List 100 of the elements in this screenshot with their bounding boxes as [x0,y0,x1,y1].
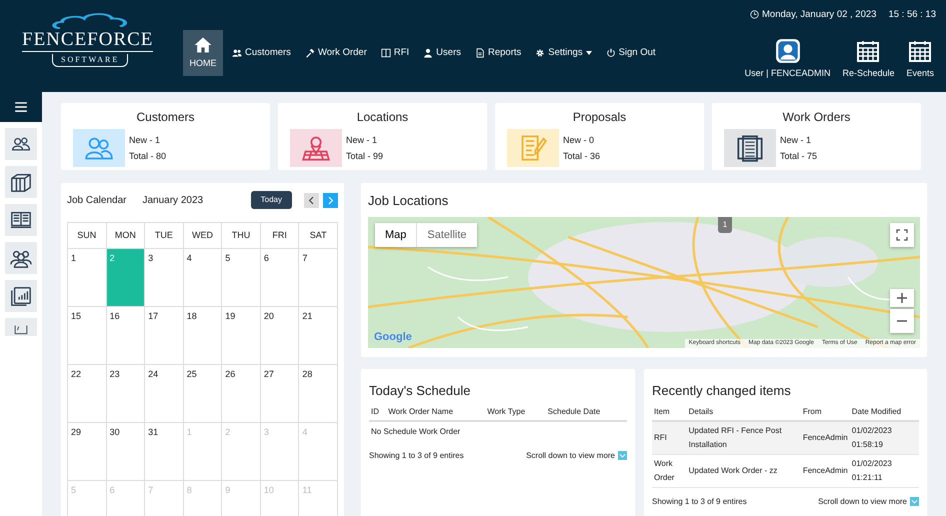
map-type-tab[interactable]: Satellite [416,222,477,247]
calendar-icon [856,38,880,64]
calendar-day[interactable]: 5 [222,249,260,306]
empty-message: No Schedule Work Order [371,426,460,436]
column-header: Work Type [487,406,526,416]
calendar-day[interactable]: 4 [184,249,222,306]
column-header: Item [654,406,670,416]
table-cell: FenceAdmin [802,466,848,474]
home-tab[interactable]: HOME [183,30,223,76]
calendar-day[interactable]: 21 [299,307,337,364]
new-count: New - 1 [129,134,162,147]
sidebar-item[interactable] [5,128,37,160]
entries-info: Showing 1 to 3 of 9 entires [369,450,464,462]
new-count: New - 1 [346,134,378,147]
weekday-label: WED [192,230,213,240]
calendar-day[interactable]: 16 [106,307,144,364]
calendar-shortcut-button[interactable]: Re-Schedule [838,38,898,80]
entries-info: Showing 1 to 3 of 9 entires [652,496,747,508]
document-icon [474,48,485,58]
total-count: Total - 36 [563,150,600,163]
logo-wordmark: FENCEFORCE [22,30,154,52]
chevron-right-icon [326,196,335,204]
scroll-hint: Scroll down to view more [818,496,919,508]
column-header: ID [371,406,379,416]
card-title: Work Orders [782,109,852,126]
column-header: From [802,406,822,416]
table-cell: 01/02/2023 01:21:11 [852,458,892,482]
table-cell: Updated Work Order - zz [688,466,778,474]
calendar-day[interactable]: 26 [222,365,260,422]
card-title: Job Locations [368,192,450,210]
nav-link[interactable]: Work Order [300,42,372,64]
calendar-day[interactable]: 20 [260,307,298,364]
calendar-day[interactable]: 18 [184,307,222,364]
table-cell: Updated RFI - Fence Post Installation [688,426,782,448]
calendar-title: Job Calendar [67,194,126,208]
logo-tagline: SOFTWARE [52,54,128,67]
zoom-in-button[interactable] [890,288,914,306]
columns-icon [380,48,391,58]
nav-link[interactable]: RFI [376,42,414,64]
clock-time: 15 : 56 : 13 [888,8,936,22]
sidebar-item[interactable] [5,318,37,336]
calendar-day[interactable]: 28 [299,365,337,422]
nav-link[interactable]: Users [418,42,466,64]
table-cell: RFI [654,432,667,442]
sidebar-item[interactable] [5,242,37,274]
clock-icon [750,10,760,19]
month-label: January 2023 [142,194,204,208]
user-icon [423,48,434,58]
total-count: Total - 75 [780,150,818,163]
sidebar-item[interactable] [5,166,37,198]
card-title: Recently changed items [652,382,792,400]
calendar-day[interactable]: 7 [299,249,337,306]
clipboard-list-icon [735,134,765,162]
sidebar-item[interactable] [5,280,37,312]
calendar-day[interactable]: 22 [68,365,106,422]
scroll-hint: Scroll down to view more [526,450,627,462]
nav-link[interactable]: Settings [530,42,597,64]
card-title: Customers [135,109,196,126]
menu-button[interactable] [0,92,42,122]
date-label: Monday, January 02 , 2023 [750,8,876,22]
previous-button[interactable] [304,192,319,208]
card-title: Proposals [572,109,628,126]
calendar-icon [908,38,932,64]
calendar-day[interactable]: 24 [145,365,183,422]
menu-icon [14,100,28,114]
user-account-button[interactable]: User | FENCEADMIN [740,38,834,80]
calendar-day[interactable]: 1 [68,249,106,306]
power-icon [606,48,616,58]
table-cell: Work Order [654,458,674,482]
calendar-day[interactable]: 19 [222,307,260,364]
sidebar-item[interactable] [5,204,37,236]
today-button[interactable]: Today [250,191,292,209]
calendar-day[interactable]: 29 [68,423,106,480]
calendar-day[interactable]: 15 [68,307,106,364]
total-count: Total - 99 [346,150,384,163]
column-header: Work Order Name [388,406,454,416]
nav-link[interactable]: Sign Out [600,42,661,64]
gear-icon [535,48,546,58]
calendar-day[interactable]: 25 [184,365,222,422]
calendar-day[interactable]: 31 [145,423,183,480]
calendar-day[interactable]: 17 [145,307,183,364]
column-header: Date Modified [852,406,902,416]
column-header: Details [688,406,714,416]
new-count: New - 0 [563,134,596,147]
calendar-day[interactable]: 23 [106,365,144,422]
map-type-tab[interactable]: Map [375,222,416,247]
table-cell: FenceAdmin [802,432,848,442]
calendar-shortcut-button[interactable]: Events [902,38,938,80]
calendar-day[interactable]: 30 [106,423,144,480]
house-icon [192,35,214,56]
map-pin-icon [301,134,331,162]
calendar-day[interactable]: 27 [260,365,298,422]
nav-link[interactable]: Reports [470,42,526,64]
calendar-day[interactable]: 3 [145,249,183,306]
chevron-left-icon [307,196,316,204]
fullscreen-button[interactable] [890,222,914,246]
card-title: Today's Schedule [369,382,472,400]
map-cluster-marker[interactable]: 1 [718,216,732,232]
calendar-day[interactable]: 6 [260,249,298,306]
nav-link[interactable]: Customers [227,42,296,64]
